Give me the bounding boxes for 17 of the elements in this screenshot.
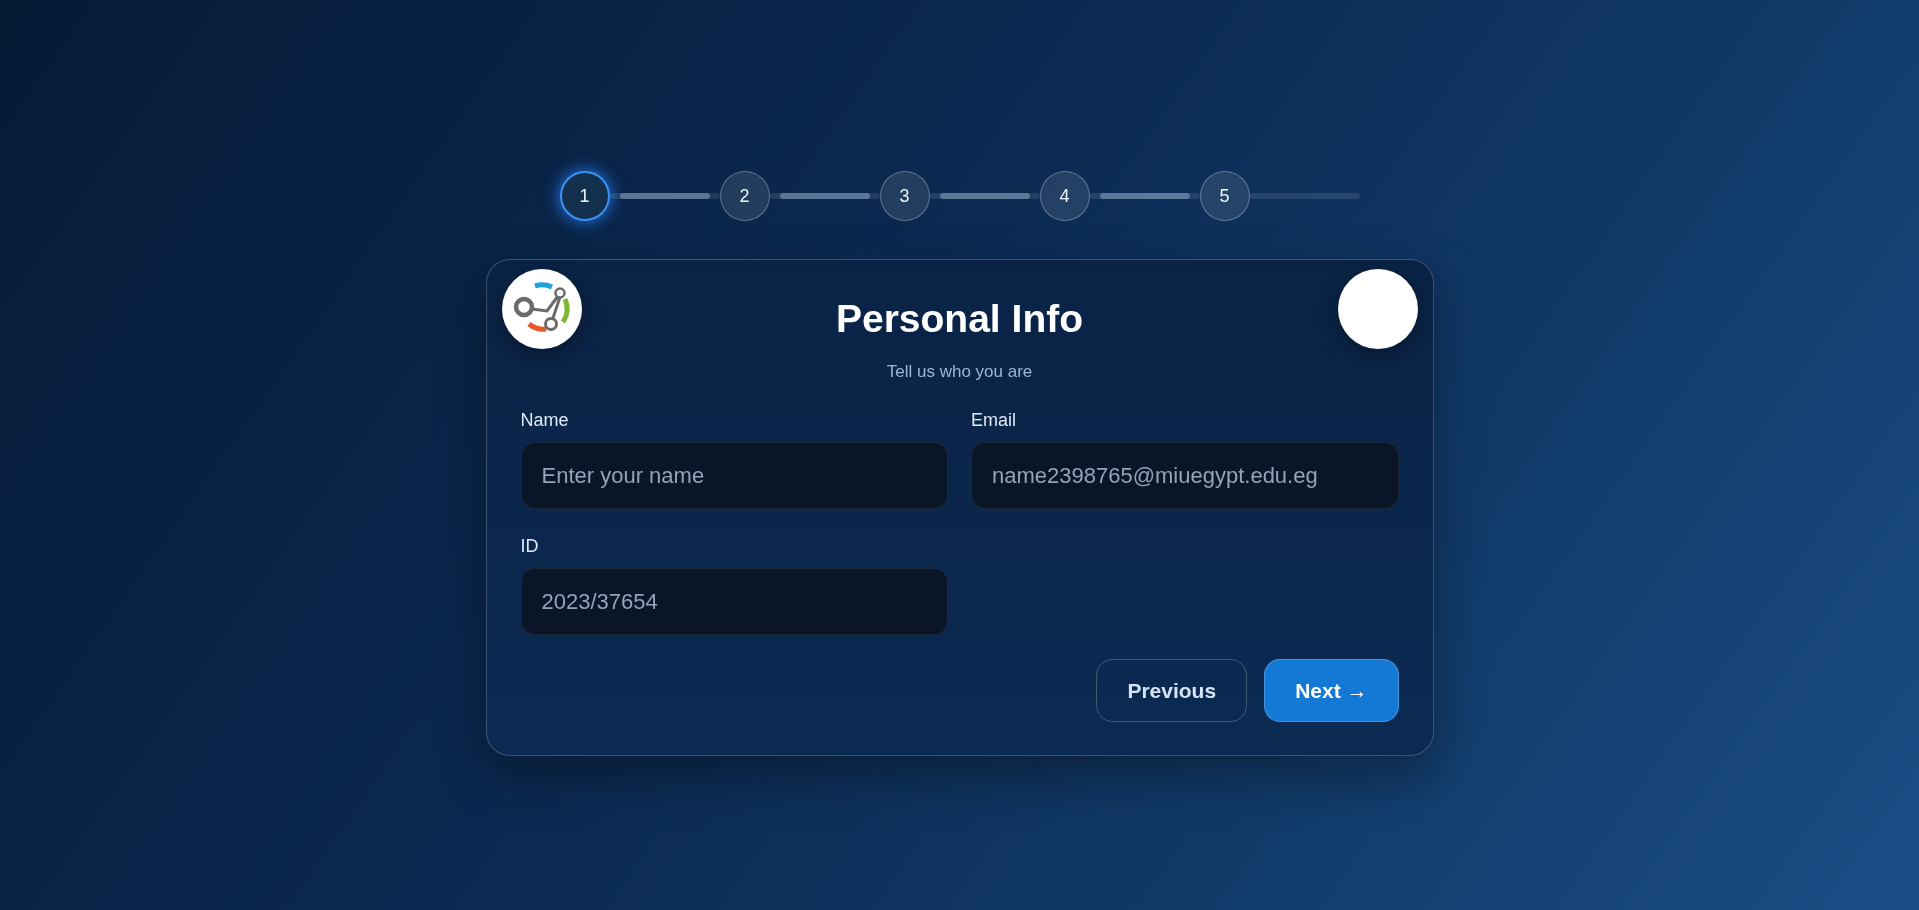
field-label: Name xyxy=(520,409,569,431)
field-label: ID xyxy=(520,535,539,557)
step-indicator: 3 xyxy=(879,171,930,221)
card-subtitle: Tell us who you are xyxy=(885,361,1034,383)
field-label: Email xyxy=(971,409,1016,431)
previous-button[interactable]: Previous xyxy=(1096,659,1248,722)
input-field[interactable]: name2398765@miuegypt.edu.eg xyxy=(971,442,1399,509)
input-field[interactable]: 2023/37654 xyxy=(520,568,948,635)
card-title: Personal Info xyxy=(834,296,1084,342)
step-indicator: 1 xyxy=(559,171,610,221)
next-button[interactable]: Next → xyxy=(1264,659,1399,722)
step-indicator: 5 xyxy=(1199,171,1250,221)
network-logo-icon xyxy=(501,269,582,349)
avatar-placeholder-icon xyxy=(1337,269,1418,349)
input-field[interactable]: Enter your name xyxy=(520,442,948,509)
step-indicator: 2 xyxy=(719,171,770,221)
step-indicator: 4 xyxy=(1039,171,1090,221)
